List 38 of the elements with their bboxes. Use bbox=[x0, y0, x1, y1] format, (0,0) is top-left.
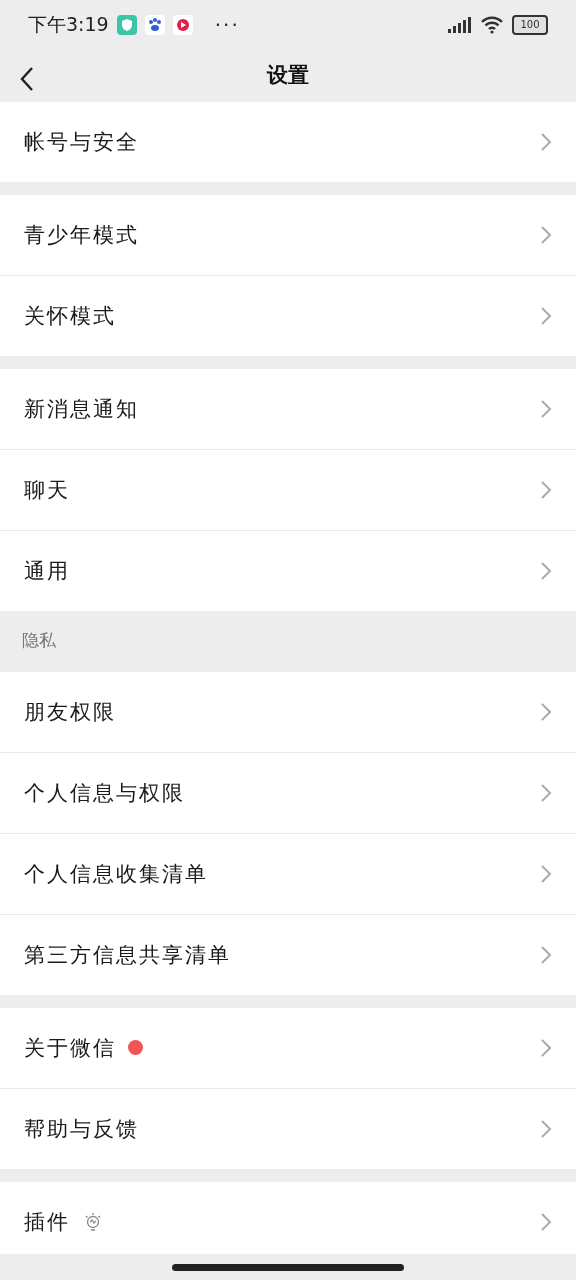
menu-item-label[interactable]: 朋友权限 bbox=[24, 697, 116, 726]
chevron-right-icon bbox=[540, 944, 552, 965]
section-header: 隐私 bbox=[21, 629, 57, 653]
menu-item-label[interactable]: 通用 bbox=[24, 557, 70, 586]
menu-item-label[interactable]: 个人信息与权限 bbox=[24, 778, 185, 807]
menu-item-label[interactable]: 聊天 bbox=[24, 476, 70, 505]
chevron-right-icon bbox=[540, 225, 552, 246]
status-time: 下午3:19 bbox=[28, 11, 109, 37]
chevron-right-icon bbox=[540, 1037, 552, 1058]
chevron-right-icon bbox=[540, 561, 552, 582]
lightbulb-icon bbox=[84, 1211, 102, 1232]
chevron-right-icon bbox=[540, 306, 552, 327]
chevron-right-icon bbox=[540, 782, 552, 803]
chevron-right-icon bbox=[540, 399, 552, 420]
signal-icon bbox=[448, 16, 472, 33]
menu-item-label[interactable]: 帐号与安全 bbox=[24, 128, 139, 157]
home-indicator[interactable] bbox=[172, 1263, 404, 1271]
menu-item-label[interactable]: 插件 bbox=[24, 1207, 70, 1236]
chevron-right-icon bbox=[540, 480, 552, 501]
menu-item-label[interactable]: 个人信息收集清单 bbox=[24, 859, 208, 888]
menu-item-label[interactable]: 关怀模式 bbox=[24, 302, 116, 331]
menu-item-label[interactable]: 关于微信 bbox=[24, 1033, 116, 1062]
paw-app-icon bbox=[144, 14, 165, 35]
chevron-right-icon bbox=[540, 1211, 552, 1232]
battery-indicator: 100 bbox=[512, 14, 548, 35]
chevron-right-icon bbox=[540, 701, 552, 722]
chevron-right-icon bbox=[540, 1118, 552, 1139]
chevron-right-icon bbox=[540, 132, 552, 153]
shield-app-icon bbox=[116, 14, 137, 35]
menu-item-label[interactable]: 帮助与反馈 bbox=[24, 1114, 139, 1143]
play-app-icon bbox=[172, 14, 193, 35]
menu-item-label[interactable]: 第三方信息共享清单 bbox=[24, 940, 231, 969]
menu-item-label[interactable]: 青少年模式 bbox=[24, 221, 139, 250]
more-notifications: ··· bbox=[214, 12, 240, 37]
page-title: 设置 bbox=[267, 62, 309, 90]
chevron-right-icon bbox=[540, 863, 552, 884]
menu-item-label[interactable]: 新消息通知 bbox=[24, 395, 139, 424]
wifi-icon bbox=[480, 15, 504, 34]
